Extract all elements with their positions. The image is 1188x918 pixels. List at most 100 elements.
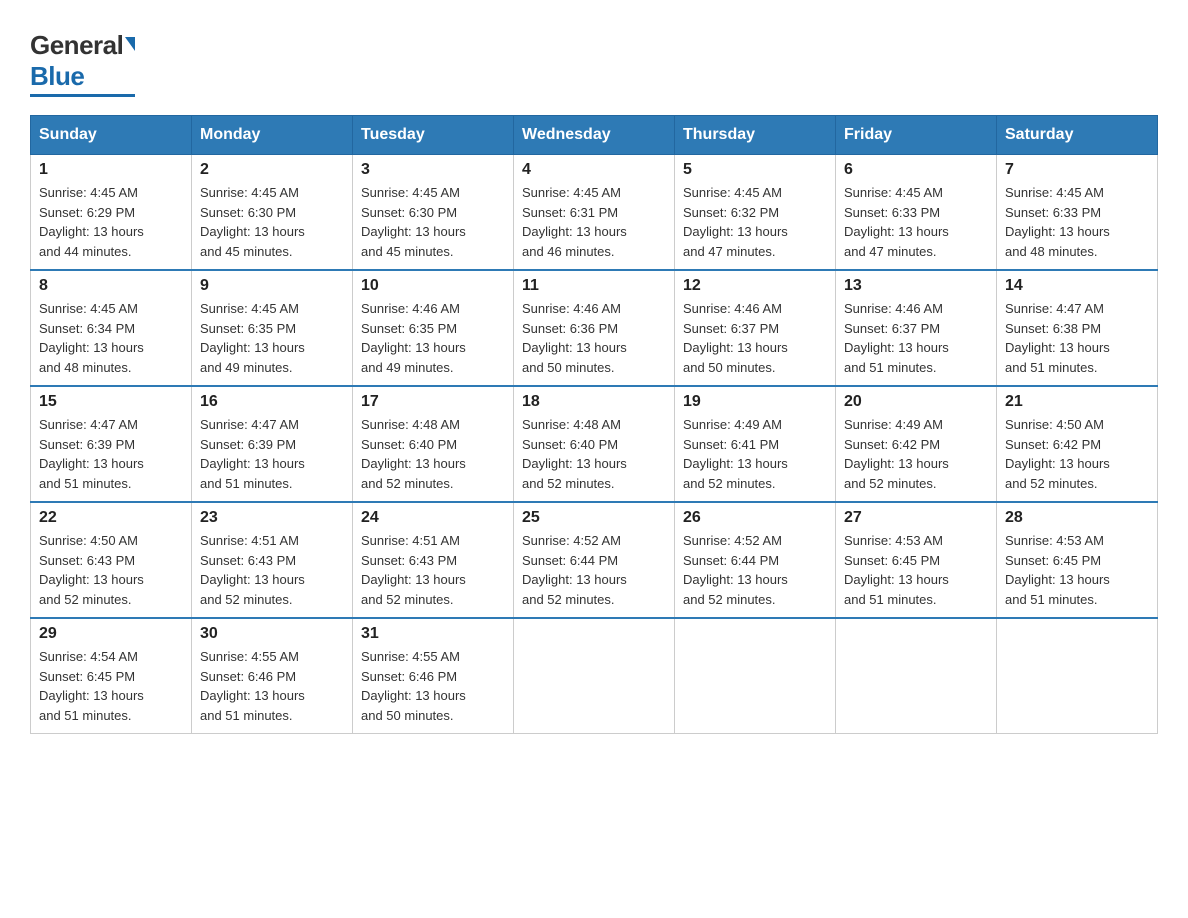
logo: General Blue — [30, 20, 135, 97]
day-info: Sunrise: 4:53 AMSunset: 6:45 PMDaylight:… — [1005, 531, 1149, 609]
calendar-day-cell: 17 Sunrise: 4:48 AMSunset: 6:40 PMDayligh… — [353, 386, 514, 502]
page-header: General Blue — [30, 20, 1158, 97]
day-number: 12 — [683, 277, 827, 295]
logo-underline — [30, 94, 135, 97]
day-number: 25 — [522, 509, 666, 527]
header-saturday: Saturday — [997, 116, 1158, 155]
day-number: 14 — [1005, 277, 1149, 295]
day-info: Sunrise: 4:45 AMSunset: 6:30 PMDaylight:… — [200, 183, 344, 261]
day-number: 27 — [844, 509, 988, 527]
calendar-day-cell: 15 Sunrise: 4:47 AMSunset: 6:39 PMDayligh… — [31, 386, 192, 502]
day-info: Sunrise: 4:45 AMSunset: 6:32 PMDaylight:… — [683, 183, 827, 261]
day-info: Sunrise: 4:55 AMSunset: 6:46 PMDaylight:… — [361, 647, 505, 725]
day-info: Sunrise: 4:47 AMSunset: 6:39 PMDaylight:… — [200, 415, 344, 493]
calendar-day-cell: 30 Sunrise: 4:55 AMSunset: 6:46 PMDayligh… — [192, 618, 353, 734]
calendar-day-cell: 10 Sunrise: 4:46 AMSunset: 6:35 PMDayligh… — [353, 270, 514, 386]
day-number: 6 — [844, 161, 988, 179]
day-number: 15 — [39, 393, 183, 411]
day-number: 11 — [522, 277, 666, 295]
day-info: Sunrise: 4:48 AMSunset: 6:40 PMDaylight:… — [361, 415, 505, 493]
day-info: Sunrise: 4:46 AMSunset: 6:35 PMDaylight:… — [361, 299, 505, 377]
day-number: 7 — [1005, 161, 1149, 179]
calendar-day-cell: 4 Sunrise: 4:45 AMSunset: 6:31 PMDaylight… — [514, 155, 675, 271]
day-number: 21 — [1005, 393, 1149, 411]
day-number: 9 — [200, 277, 344, 295]
calendar-day-cell: 3 Sunrise: 4:45 AMSunset: 6:30 PMDaylight… — [353, 155, 514, 271]
day-info: Sunrise: 4:46 AMSunset: 6:37 PMDaylight:… — [683, 299, 827, 377]
calendar-week-row: 22 Sunrise: 4:50 AMSunset: 6:43 PMDayligh… — [31, 502, 1158, 618]
day-number: 8 — [39, 277, 183, 295]
calendar-day-cell: 23 Sunrise: 4:51 AMSunset: 6:43 PMDayligh… — [192, 502, 353, 618]
day-info: Sunrise: 4:45 AMSunset: 6:34 PMDaylight:… — [39, 299, 183, 377]
calendar-day-cell: 31 Sunrise: 4:55 AMSunset: 6:46 PMDayligh… — [353, 618, 514, 734]
day-number: 10 — [361, 277, 505, 295]
day-number: 31 — [361, 625, 505, 643]
calendar-header-row: Sunday Monday Tuesday Wednesday Thursday… — [31, 116, 1158, 155]
calendar-day-cell: 12 Sunrise: 4:46 AMSunset: 6:37 PMDayligh… — [675, 270, 836, 386]
calendar-table: Sunday Monday Tuesday Wednesday Thursday… — [30, 115, 1158, 734]
day-info: Sunrise: 4:50 AMSunset: 6:42 PMDaylight:… — [1005, 415, 1149, 493]
calendar-day-cell: 14Sunrise: 4:47 AMSunset: 6:38 PMDayligh… — [997, 270, 1158, 386]
day-number: 2 — [200, 161, 344, 179]
calendar-day-cell: 5Sunrise: 4:45 AMSunset: 6:32 PMDaylight… — [675, 155, 836, 271]
calendar-day-cell: 2 Sunrise: 4:45 AMSunset: 6:30 PMDaylight… — [192, 155, 353, 271]
calendar-day-cell: 8 Sunrise: 4:45 AMSunset: 6:34 PMDaylight… — [31, 270, 192, 386]
calendar-day-cell: 9 Sunrise: 4:45 AMSunset: 6:35 PMDaylight… — [192, 270, 353, 386]
calendar-day-cell — [836, 618, 997, 734]
day-info: Sunrise: 4:54 AMSunset: 6:45 PMDaylight:… — [39, 647, 183, 725]
day-info: Sunrise: 4:53 AMSunset: 6:45 PMDaylight:… — [844, 531, 988, 609]
calendar-week-row: 1Sunrise: 4:45 AMSunset: 6:29 PMDaylight… — [31, 155, 1158, 271]
logo-general-text: General — [30, 30, 123, 61]
calendar-day-cell — [514, 618, 675, 734]
calendar-day-cell — [675, 618, 836, 734]
calendar-day-cell: 1Sunrise: 4:45 AMSunset: 6:29 PMDaylight… — [31, 155, 192, 271]
day-number: 28 — [1005, 509, 1149, 527]
day-info: Sunrise: 4:46 AMSunset: 6:36 PMDaylight:… — [522, 299, 666, 377]
logo-blue-part — [123, 41, 135, 51]
day-number: 29 — [39, 625, 183, 643]
day-info: Sunrise: 4:45 AMSunset: 6:30 PMDaylight:… — [361, 183, 505, 261]
day-number: 19 — [683, 393, 827, 411]
calendar-day-cell: 26Sunrise: 4:52 AMSunset: 6:44 PMDayligh… — [675, 502, 836, 618]
calendar-day-cell: 29 Sunrise: 4:54 AMSunset: 6:45 PMDayligh… — [31, 618, 192, 734]
day-info: Sunrise: 4:52 AMSunset: 6:44 PMDaylight:… — [522, 531, 666, 609]
logo-triangle-icon — [125, 37, 135, 51]
header-friday: Friday — [836, 116, 997, 155]
day-number: 30 — [200, 625, 344, 643]
calendar-day-cell: 7Sunrise: 4:45 AMSunset: 6:33 PMDaylight… — [997, 155, 1158, 271]
day-number: 22 — [39, 509, 183, 527]
day-number: 16 — [200, 393, 344, 411]
day-number: 1 — [39, 161, 183, 179]
day-info: Sunrise: 4:51 AMSunset: 6:43 PMDaylight:… — [361, 531, 505, 609]
day-info: Sunrise: 4:45 AMSunset: 6:31 PMDaylight:… — [522, 183, 666, 261]
day-info: Sunrise: 4:50 AMSunset: 6:43 PMDaylight:… — [39, 531, 183, 609]
day-info: Sunrise: 4:51 AMSunset: 6:43 PMDaylight:… — [200, 531, 344, 609]
calendar-day-cell: 22 Sunrise: 4:50 AMSunset: 6:43 PMDayligh… — [31, 502, 192, 618]
header-wednesday: Wednesday — [514, 116, 675, 155]
calendar-day-cell: 27 Sunrise: 4:53 AMSunset: 6:45 PMDayligh… — [836, 502, 997, 618]
day-info: Sunrise: 4:45 AMSunset: 6:35 PMDaylight:… — [200, 299, 344, 377]
day-number: 3 — [361, 161, 505, 179]
day-info: Sunrise: 4:47 AMSunset: 6:39 PMDaylight:… — [39, 415, 183, 493]
calendar-day-cell: 6 Sunrise: 4:45 AMSunset: 6:33 PMDaylight… — [836, 155, 997, 271]
header-tuesday: Tuesday — [353, 116, 514, 155]
calendar-day-cell: 19Sunrise: 4:49 AMSunset: 6:41 PMDayligh… — [675, 386, 836, 502]
calendar-week-row: 29 Sunrise: 4:54 AMSunset: 6:45 PMDayligh… — [31, 618, 1158, 734]
day-number: 20 — [844, 393, 988, 411]
day-number: 24 — [361, 509, 505, 527]
day-info: Sunrise: 4:52 AMSunset: 6:44 PMDaylight:… — [683, 531, 827, 609]
header-monday: Monday — [192, 116, 353, 155]
header-thursday: Thursday — [675, 116, 836, 155]
day-number: 17 — [361, 393, 505, 411]
day-info: Sunrise: 4:55 AMSunset: 6:46 PMDaylight:… — [200, 647, 344, 725]
calendar-day-cell: 25 Sunrise: 4:52 AMSunset: 6:44 PMDayligh… — [514, 502, 675, 618]
calendar-day-cell: 20Sunrise: 4:49 AMSunset: 6:42 PMDayligh… — [836, 386, 997, 502]
day-number: 4 — [522, 161, 666, 179]
logo-blue-text: Blue — [30, 61, 84, 92]
calendar-day-cell — [997, 618, 1158, 734]
day-number: 23 — [200, 509, 344, 527]
calendar-day-cell: 13Sunrise: 4:46 AMSunset: 6:37 PMDayligh… — [836, 270, 997, 386]
day-info: Sunrise: 4:45 AMSunset: 6:33 PMDaylight:… — [844, 183, 988, 261]
header-sunday: Sunday — [31, 116, 192, 155]
day-number: 13 — [844, 277, 988, 295]
